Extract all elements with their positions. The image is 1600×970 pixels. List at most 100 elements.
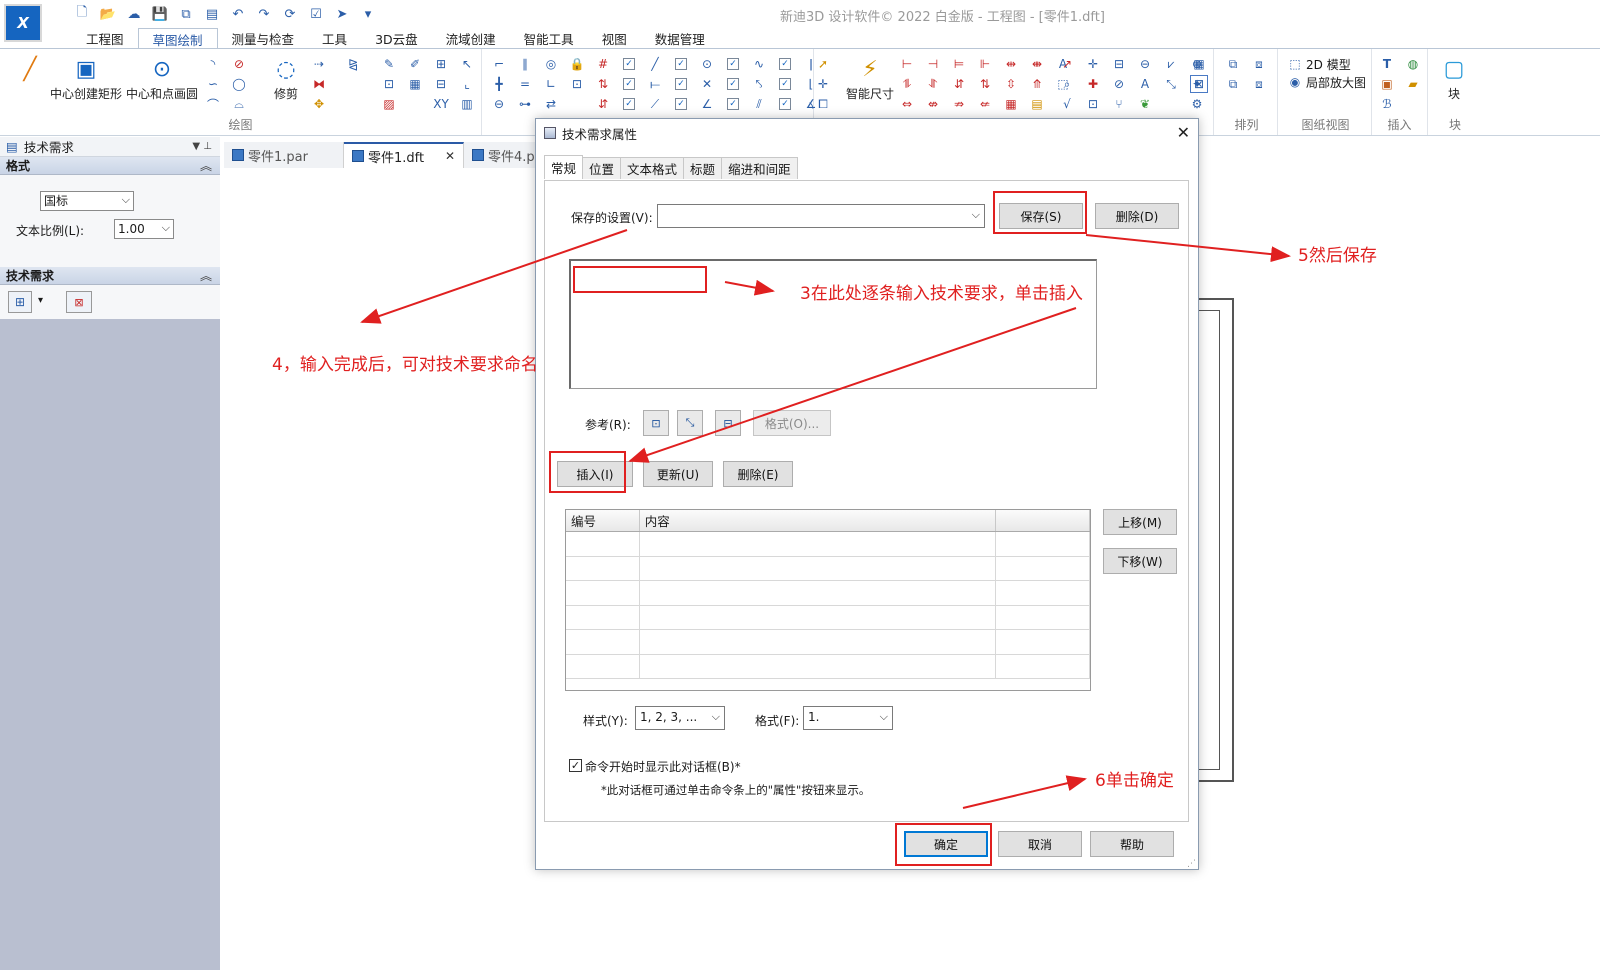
split-icon[interactable]: ⧓ <box>310 75 328 93</box>
redo-icon[interactable]: ↷ <box>254 4 274 24</box>
line-c-icon[interactable]: ⟋ <box>646 95 664 113</box>
pin-icon[interactable]: ▼ ⊥ <box>192 141 212 152</box>
model-2d-button[interactable]: ⬚ 2D 模型 <box>1286 55 1350 73</box>
delete-settings-button[interactable]: 删除(D) <box>1095 203 1179 229</box>
open-folder-icon[interactable]: 📂 <box>98 4 118 24</box>
grid2-icon[interactable]: ⊟ <box>432 75 450 93</box>
dim8-icon[interactable]: ⥯ <box>924 75 942 93</box>
check-11-icon[interactable]: ✓ <box>727 98 739 110</box>
check-2-icon[interactable]: ✓ <box>675 58 687 70</box>
format-section-header[interactable]: 格式 ︽ <box>0 157 220 175</box>
select-arrow-icon[interactable]: ➤ <box>332 4 352 24</box>
help-button[interactable]: 帮助 <box>1090 831 1174 857</box>
check-1-icon[interactable]: ✓ <box>623 58 635 70</box>
text-box-icon[interactable]: A <box>1136 75 1154 93</box>
globe-icon[interactable]: ◍ <box>1404 55 1422 73</box>
delete-entry-button[interactable]: 删除(E) <box>723 461 793 487</box>
grid-icon[interactable]: ⊞ <box>432 55 450 73</box>
sym2-icon[interactable]: ⇵ <box>594 95 612 113</box>
doc-tab-part-par[interactable]: 零件1.par <box>224 142 344 168</box>
tab-data-management[interactable]: 数据管理 <box>641 28 719 49</box>
tangent2-icon[interactable]: ⊶ <box>516 95 534 113</box>
check-5-icon[interactable]: ✓ <box>623 78 635 90</box>
bring-forward-icon[interactable]: ⧉ <box>1224 75 1242 93</box>
smart-dim-button[interactable]: ⚡ 智能尺寸 <box>846 53 894 102</box>
collapse-icon-2[interactable]: ︽ <box>200 267 212 284</box>
move-up-button[interactable]: 上移(M) <box>1103 509 1177 535</box>
check-9-icon[interactable]: ✓ <box>623 98 635 110</box>
mirror-icon[interactable]: ⧎ <box>344 55 362 73</box>
gear-icon[interactable]: ⚙ <box>1188 95 1206 113</box>
concentric-icon[interactable]: ◎ <box>542 55 560 73</box>
center-circle-button[interactable]: ⊙ 中心和点画圆 <box>126 53 198 102</box>
dim3-icon[interactable]: ⊨ <box>950 55 968 73</box>
angle2-icon[interactable]: ∠ <box>698 95 716 113</box>
parallel-icon[interactable]: ∥ <box>516 55 534 73</box>
tab-indent-spacing[interactable]: 缩进和间距 <box>721 157 798 179</box>
dim-box-icon[interactable]: ⊡ <box>568 75 586 93</box>
properties-icon[interactable]: ▤ <box>202 4 222 24</box>
table-icon[interactable]: ▥ <box>458 95 476 113</box>
text-scale-select[interactable]: 1.00 <box>114 219 174 239</box>
select-icon[interactable]: ➚ <box>814 55 832 73</box>
arc-icon[interactable]: ◝ <box>204 55 222 73</box>
col-extra[interactable] <box>996 510 1090 531</box>
resize-grip-icon[interactable]: ⋰ <box>1187 859 1196 869</box>
sketch-edit2-icon[interactable]: ✐ <box>406 55 424 73</box>
dim10-icon[interactable]: ⇅ <box>976 75 994 93</box>
bring-front-icon[interactable]: ⧉ <box>1224 55 1242 73</box>
move-icon[interactable]: ✥ <box>310 95 328 113</box>
tab-tools[interactable]: 工具 <box>308 28 361 49</box>
save-icon[interactable]: 💾 <box>150 4 170 24</box>
col-content[interactable]: 内容 <box>640 510 997 531</box>
callout-icon[interactable]: ⊟ <box>1110 55 1128 73</box>
drag-icon[interactable]: ✛ <box>814 75 832 93</box>
arrows-icon[interactable]: ⇄ <box>542 95 560 113</box>
standard-select[interactable]: 国标 <box>40 191 134 211</box>
offset-icon[interactable]: ⇢ <box>310 55 328 73</box>
leader-icon[interactable]: ↗ <box>1058 55 1076 73</box>
style-select[interactable]: 1, 2, 3, ... ⌵ <box>635 706 725 730</box>
region-icon[interactable]: ▦ <box>406 75 424 93</box>
curve-icon[interactable]: ∽ <box>204 75 222 93</box>
slash-icon[interactable]: ⫽ <box>750 95 768 113</box>
symbol-icon[interactable]: ℬ <box>1378 95 1396 113</box>
doc-tab-part4[interactable]: 零件4.p <box>464 142 544 168</box>
dim15-icon[interactable]: ⇎ <box>924 95 942 113</box>
undo-icon[interactable]: ↶ <box>228 4 248 24</box>
table-row[interactable] <box>566 581 1090 606</box>
dim14-icon[interactable]: ⇔ <box>898 95 916 113</box>
save-all-icon[interactable]: ⧉ <box>176 4 196 24</box>
ref-symbol-icon[interactable]: ⊟ <box>715 410 741 436</box>
point-a-icon[interactable]: ⊙ <box>698 55 716 73</box>
send-back-icon[interactable]: ⧈ <box>1250 55 1268 73</box>
check-icon[interactable]: ☑ <box>306 4 326 24</box>
send-backward-icon[interactable]: ⧈ <box>1250 75 1268 93</box>
dim4-icon[interactable]: ⊩ <box>976 55 994 73</box>
datum2-icon[interactable]: ⊘ <box>1110 75 1128 93</box>
ref-coordinate-icon[interactable]: ⤡ <box>677 410 703 436</box>
folder-icon[interactable]: ▰ <box>1404 75 1422 93</box>
dim17-icon[interactable]: ⇍ <box>976 95 994 113</box>
center-rect-button[interactable]: ▣ 中心创建矩形 <box>50 53 122 102</box>
check-8-icon[interactable]: ✓ <box>779 78 791 90</box>
arrow-icon[interactable]: ⤡ <box>1162 75 1180 93</box>
grid-snap-icon[interactable]: # <box>594 55 612 73</box>
format-select[interactable]: 1. ⌵ <box>803 706 893 730</box>
pointer-icon[interactable]: ↖ <box>458 55 476 73</box>
collinear-icon[interactable]: ⊖ <box>490 95 508 113</box>
col-number[interactable]: 编号 <box>566 510 640 531</box>
balloon-icon[interactable]: ⊖ <box>1136 55 1154 73</box>
collapse-icon[interactable]: ︽ <box>200 157 212 174</box>
tech-properties-icon[interactable]: ⊞ <box>8 291 32 313</box>
tech-req-frame-icon[interactable]: ⊠ <box>66 291 92 313</box>
dim7-icon[interactable]: ⥮ <box>898 75 916 93</box>
leaf-icon[interactable]: ❦ <box>1136 95 1154 113</box>
ellipse-icon[interactable]: ◯ <box>230 75 248 93</box>
corner-icon[interactable]: ⌞ <box>458 75 476 93</box>
ref-property-icon[interactable]: ⊡ <box>643 410 669 436</box>
dim11-icon[interactable]: ⇳ <box>1002 75 1020 93</box>
customize-icon[interactable]: ▾ <box>358 4 378 24</box>
block-button[interactable]: ▢ 块 <box>1438 53 1470 102</box>
dim18-icon[interactable]: ▦ <box>1002 95 1020 113</box>
